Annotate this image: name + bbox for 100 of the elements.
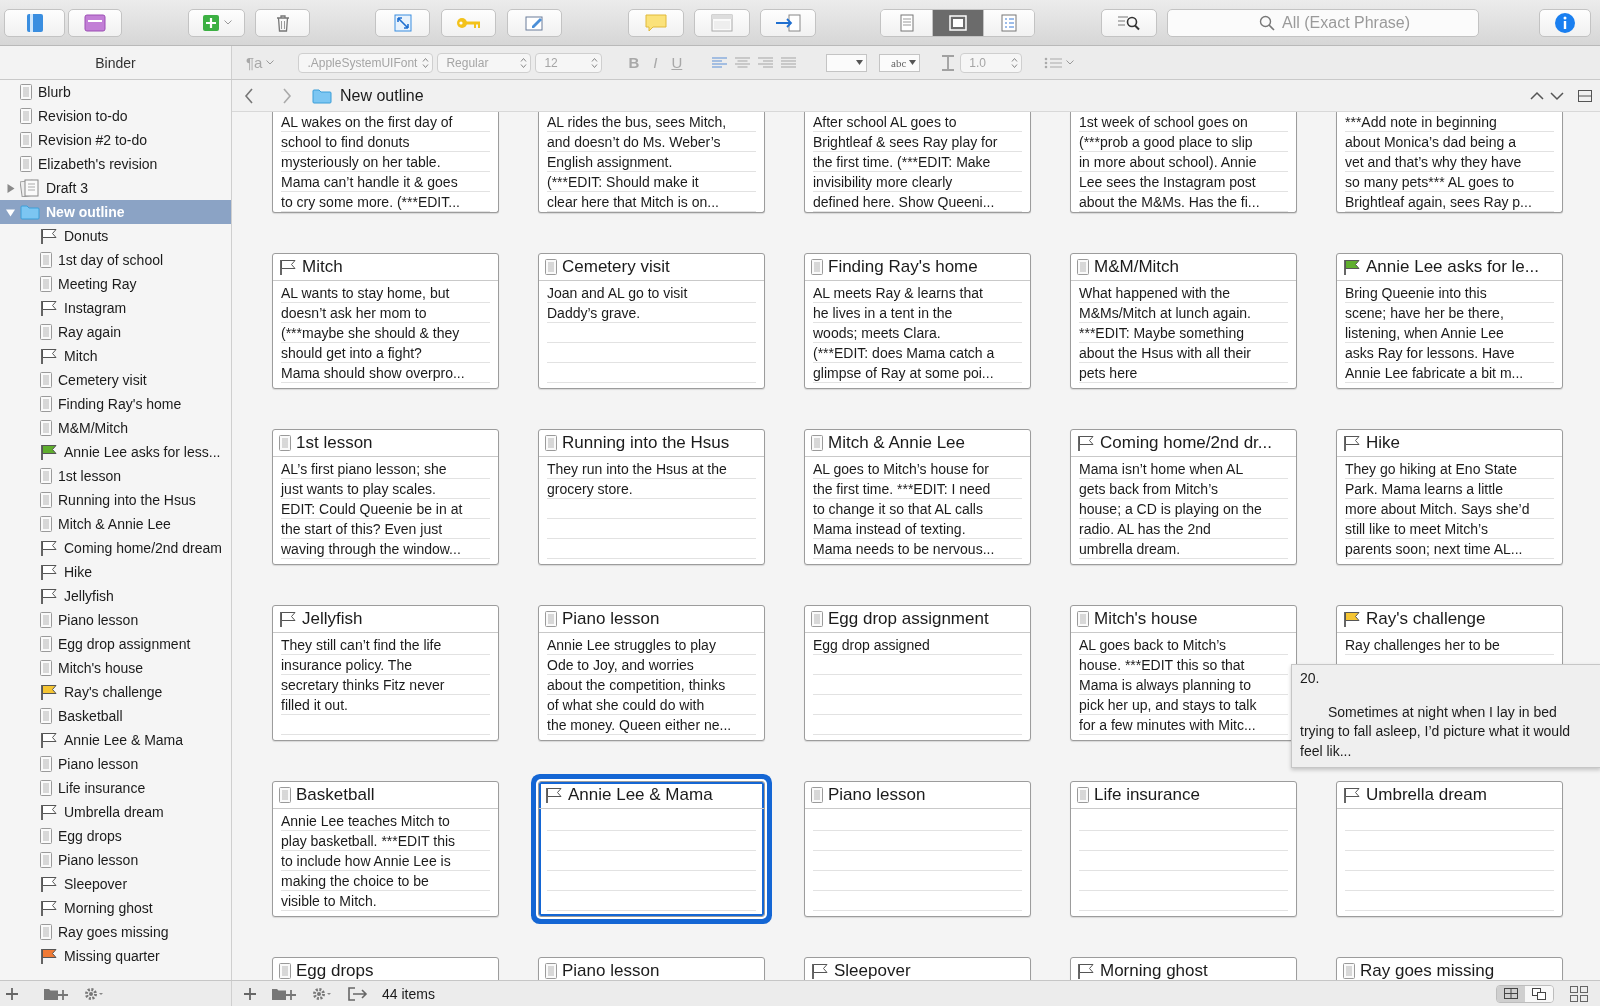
index-card[interactable]: Umbrella dream <box>1336 781 1563 917</box>
index-card[interactable]: 1st lesson AL’s first piano lesson; she just wants to play scales. EDIT: Could Queenie be in at the start of this? Even just waving through the window... <box>272 429 499 565</box>
index-card[interactable]: Jellyfish They still can’t find the life insurance policy. The secretary thinks Fitz never filled it out. <box>272 605 499 741</box>
index-card[interactable]: Hike They go hiking at Eno State Park. Mama learns a little more about Mitch. Says she’d still like to meet Mitch’s parents soon; next time AL... <box>1336 429 1563 565</box>
index-card[interactable]: Egg drop assignment Egg drop assigned <box>804 605 1031 741</box>
index-card[interactable]: Morning ghost <box>1070 957 1297 980</box>
index-card[interactable]: ***Add note in beginning about Monica’s dad being a vet and that’s why they have so many pets*** AL goes to Brightleaf again, sees Ray p... <box>1336 112 1563 213</box>
document-icon <box>40 516 52 532</box>
binder-item[interactable]: Piano lesson <box>20 752 231 776</box>
binder-button[interactable] <box>4 8 65 37</box>
tooltip-text: Sometimes at night when I lay in bed trying to fall asleep, I’d picture what it would feel lik... <box>1300 702 1572 761</box>
index-card[interactable]: Annie Lee asks for le... Bring Queenie into this scene; have her be there, listening, when Annie Lee asks Ray for lessons. Have Annie Lee fabricate a bit m... <box>1336 253 1563 389</box>
binder-item[interactable]: Running into the Hsus <box>20 488 231 512</box>
up-icon[interactable] <box>1530 90 1544 101</box>
index-card[interactable]: AL wakes on the first day of school to find donuts mysteriously on her table. Mama can’t handle it & goes to cry some more. (***EDIT... <box>272 112 499 213</box>
view-mode-control[interactable] <box>880 8 1035 37</box>
binder-item[interactable]: Morning ghost <box>20 896 231 920</box>
index-card[interactable]: Coming home/2nd dr... Mama isn’t home when AL gets back from Mitch’s house; a CD is playing on the radio. AL has the 2nd umbrella dream. <box>1070 429 1297 565</box>
binder-item[interactable]: Piano lesson <box>20 848 231 872</box>
panel-button[interactable] <box>68 8 122 37</box>
back-icon[interactable] <box>244 87 254 104</box>
index-card[interactable]: Mitch & Annie Lee AL goes to Mitch’s house for the first time. ***EDIT: I need to change it so that AL calls Mama instead of texting. Mama needs to be nervous... <box>804 429 1031 565</box>
split-icon[interactable] <box>1578 89 1592 102</box>
index-card[interactable]: Life insurance <box>1070 781 1297 917</box>
move-button[interactable] <box>760 8 816 37</box>
binder-item[interactable]: Missing quarter <box>20 944 231 968</box>
index-card[interactable]: Mitch AL wants to stay home, but doesn’t ask her mom to (***maybe she should & they should get into a fight? Mama should show overpro... <box>272 253 499 389</box>
index-card[interactable]: Sleepover <box>804 957 1031 980</box>
search-field[interactable]: All (Exact Phrase) <box>1167 8 1479 37</box>
view-mode-tab[interactable] <box>932 9 983 36</box>
layout-control[interactable] <box>1496 984 1554 1003</box>
document-icon <box>20 132 32 148</box>
binder-item[interactable]: Meeting Ray <box>20 272 231 296</box>
add-button[interactable] <box>188 8 245 37</box>
forward-icon[interactable] <box>282 87 292 104</box>
settings-icon[interactable] <box>312 986 332 1001</box>
binder-item[interactable]: Sleepover <box>20 872 231 896</box>
compose-button[interactable] <box>507 8 562 37</box>
binder-item[interactable]: Draft 3 <box>0 176 231 200</box>
binder-item[interactable]: Cemetery visit <box>20 368 231 392</box>
binder-item[interactable]: Blurb <box>0 80 231 104</box>
binder-item[interactable]: 1st day of school <box>20 248 231 272</box>
binder-item[interactable]: Elizabeth's revision <box>0 152 231 176</box>
index-card[interactable]: Running into the Hsus They run into the Hsus at the grocery store. <box>538 429 765 565</box>
binder-item[interactable]: Revision #2 to-do <box>0 128 231 152</box>
binder-item[interactable]: Egg drop assignment <box>20 632 231 656</box>
binder-item[interactable]: Finding Ray's home <box>20 392 231 416</box>
binder-item[interactable]: Annie Lee & Mama <box>20 728 231 752</box>
find-button[interactable] <box>1101 8 1157 37</box>
export-icon[interactable] <box>348 986 368 1001</box>
binder-item[interactable]: Ray again <box>20 320 231 344</box>
layout-tab[interactable] <box>1497 985 1525 1002</box>
binder-item[interactable]: Umbrella dream <box>20 800 231 824</box>
index-card[interactable]: AL rides the bus, sees Mitch, and doesn’t do Ms. Weber’s English assignment. (***EDIT: Should make it clear here that Mitch is on... <box>538 112 765 213</box>
index-card[interactable]: Mitch's house AL goes back to Mitch’s house. ***EDIT this so that Mama is always planning to pick her up, and stays to talk for a few minutes with Mitc... <box>1070 605 1297 741</box>
binder-item[interactable]: Piano lesson <box>20 608 231 632</box>
binder-item[interactable]: Ray's challenge <box>20 680 231 704</box>
binder-item[interactable]: Donuts <box>20 224 231 248</box>
disclosure-triangle[interactable] <box>5 183 15 193</box>
index-card[interactable]: After school AL goes to Brightleaf & sees Ray play for the first time. (***EDIT: Make invisibility more clearly defined here. Show Queeni... <box>804 112 1031 213</box>
disclosure-triangle[interactable] <box>5 207 15 217</box>
binder-item[interactable]: Revision to-do <box>0 104 231 128</box>
fullscreen-button[interactable] <box>375 8 430 37</box>
index-card[interactable]: Piano lesson <box>804 781 1031 917</box>
down-icon[interactable] <box>1550 90 1564 101</box>
binder-item[interactable]: Hike <box>20 560 231 584</box>
binder-item[interactable]: Coming home/2nd dream <box>20 536 231 560</box>
binder-item[interactable]: Egg drops <box>20 824 231 848</box>
index-card[interactable]: Piano lesson Annie Lee struggles to play Ode to Joy, and worries about the competition, thinks of what she could do with the money. Queen either ne... <box>538 605 765 741</box>
index-card[interactable]: 1st week of school goes on (***prob a good place to slip in more about school). Annie Lee sees the Instagram post about the M&Ms. Has the fi... <box>1070 112 1297 213</box>
binder-item[interactable]: M&M/Mitch <box>20 416 231 440</box>
new-folder-icon[interactable] <box>272 986 296 1001</box>
index-card[interactable]: Piano lesson <box>538 957 765 980</box>
index-card[interactable]: M&M/Mitch What happened with the M&Ms/Mitch at lunch again. ***EDIT: Maybe something about the Hsus with all their pets here <box>1070 253 1297 389</box>
binder-item[interactable]: Jellyfish <box>20 584 231 608</box>
index-card[interactable]: Egg drops <box>272 957 499 980</box>
binder-item[interactable]: Mitch's house <box>20 656 231 680</box>
grid-icon[interactable] <box>1570 985 1588 1002</box>
index-card[interactable]: Basketball Annie Lee teaches Mitch to play basketball. ***EDIT this to include how Annie Lee is making the choice to be visible to Mitch. <box>272 781 499 917</box>
binder-item[interactable]: Life insurance <box>20 776 231 800</box>
settings-icon[interactable] <box>84 986 104 1001</box>
index-card[interactable]: Finding Ray's home AL meets Ray & learns that he lives in a tent in the woods; meets Clara. (***EDIT: does Mama catch a glimpse of Ray at some poi... <box>804 253 1031 389</box>
binder-item[interactable]: Annie Lee asks for less... <box>20 440 231 464</box>
list-icon[interactable] <box>1044 56 1063 69</box>
binder-item[interactable]: 1st lesson <box>20 464 231 488</box>
binder-item[interactable]: Ray goes missing <box>20 920 231 944</box>
layout-tab[interactable] <box>1525 985 1553 1002</box>
binder-item[interactable]: Mitch & Annie Lee <box>20 512 231 536</box>
text-color-well[interactable] <box>826 53 868 72</box>
binder-item[interactable]: Basketball <box>20 704 231 728</box>
binder-item[interactable]: Instagram <box>20 296 231 320</box>
index-card[interactable]: Ray goes missing <box>1336 957 1563 980</box>
highlight-well[interactable]: abc <box>879 53 921 72</box>
info-button[interactable] <box>1539 8 1591 37</box>
delete-button[interactable] <box>255 8 310 37</box>
new-folder-icon[interactable] <box>44 986 68 1001</box>
index-card[interactable]: Cemetery visit Joan and AL go to visit Daddy’s grave. <box>538 253 765 389</box>
add-icon[interactable] <box>6 987 18 1000</box>
binder-item[interactable]: Mitch <box>20 344 231 368</box>
add-icon[interactable] <box>244 987 256 1000</box>
